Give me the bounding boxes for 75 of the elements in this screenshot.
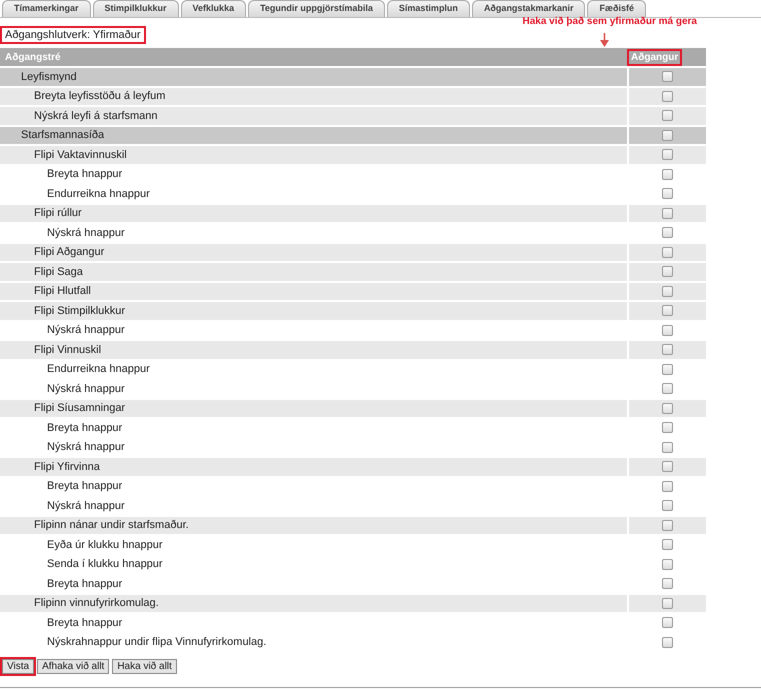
tree-item-label: Flipi Aðgangur bbox=[33, 246, 104, 258]
checkbox[interactable] bbox=[662, 402, 673, 414]
tree-item-label: Flipi Hlutfall bbox=[33, 285, 91, 298]
checkbox[interactable] bbox=[662, 578, 673, 590]
action-button[interactable]: Haka við allt bbox=[112, 659, 177, 674]
tree-item-label: Endurreikna hnappur bbox=[46, 188, 150, 200]
arrow-icon bbox=[600, 33, 610, 47]
checkbox[interactable] bbox=[662, 208, 673, 219]
checkbox[interactable] bbox=[662, 324, 673, 336]
annotation-text: Haka við það sem yfirmaður má gera bbox=[522, 16, 697, 27]
checkbox[interactable] bbox=[662, 617, 673, 628]
checkbox[interactable] bbox=[662, 383, 673, 394]
tree-item-label: Nýskrá hnappur bbox=[46, 226, 125, 239]
tree-item-label: Flipi Vaktavinnuskil bbox=[33, 148, 127, 161]
tree-item-label: Endurreikna hnappur bbox=[46, 363, 150, 376]
tree-item-label: Senda í klukku hnappur bbox=[46, 558, 163, 570]
checkbox[interactable] bbox=[662, 344, 673, 356]
tree-item-label: Nýskrá hnappur bbox=[46, 441, 125, 454]
tab[interactable]: Tegundir uppgjörstímabila bbox=[248, 0, 385, 17]
tree-item-label: Flipi Síusamningar bbox=[33, 402, 126, 414]
checkbox[interactable] bbox=[662, 520, 673, 531]
tab[interactable]: Fæðisfé bbox=[587, 0, 646, 17]
tree-item-label: Flipinn vinnufyrirkomulag. bbox=[33, 597, 159, 610]
tree-item-label: Breyta hnappur bbox=[46, 422, 122, 434]
tab[interactable]: Stimpilklukkur bbox=[92, 0, 179, 17]
checkbox[interactable] bbox=[662, 168, 673, 180]
action-button[interactable]: Afhaka við allt bbox=[37, 659, 110, 674]
tree-item-label: Nýskrahnappur undir flipa Vinnufyrirkomulag. bbox=[46, 636, 266, 648]
checkbox[interactable] bbox=[662, 305, 673, 316]
checkbox[interactable] bbox=[662, 246, 673, 258]
tree-item-label: Starfsmannasíða bbox=[20, 129, 104, 142]
checkbox[interactable] bbox=[662, 442, 673, 453]
role-title: Aðgangshlutverk: Yfirmaður bbox=[0, 26, 146, 44]
checkbox[interactable] bbox=[662, 90, 673, 102]
checkbox[interactable] bbox=[662, 636, 673, 648]
checkbox[interactable] bbox=[662, 461, 673, 472]
column-header: Aðgangur bbox=[627, 48, 682, 66]
tree-item-label: Nýskrá hnappur bbox=[46, 382, 125, 395]
checkbox[interactable] bbox=[662, 130, 673, 141]
action-button[interactable]: Vista bbox=[2, 659, 34, 674]
tree-item-label: Flipi rúllur bbox=[33, 207, 82, 220]
tree-item-label: Breyta leyfisstöðu á leyfum bbox=[33, 90, 166, 102]
tab[interactable]: Aðgangstakmarkanir bbox=[472, 0, 586, 17]
checkbox[interactable] bbox=[662, 539, 673, 550]
tree-item-label: Nýskrá hnappur bbox=[46, 500, 125, 512]
tree-item-label: Flipi Yfirvinna bbox=[33, 460, 100, 473]
checkbox[interactable] bbox=[662, 188, 673, 200]
tree-item-label: Leyfismynd bbox=[20, 70, 77, 83]
tree-item-label: Flipi Saga bbox=[33, 266, 83, 278]
checkbox[interactable] bbox=[662, 149, 673, 160]
tree-item-label: Breyta hnappur bbox=[46, 480, 122, 492]
checkbox[interactable] bbox=[662, 266, 673, 278]
checkbox[interactable] bbox=[662, 480, 673, 492]
checkbox[interactable] bbox=[662, 422, 673, 434]
tree-item-label: Breyta hnappur bbox=[46, 578, 122, 590]
tree-item-label: Eyða úr klukku hnappur bbox=[46, 538, 163, 551]
checkbox[interactable] bbox=[662, 364, 673, 375]
tab[interactable]: Vefklukka bbox=[180, 0, 246, 17]
tree-item-label: Breyta hnappur bbox=[46, 616, 122, 629]
tree-item-label: Flipi Vinnuskil bbox=[33, 344, 102, 356]
tree-item-label: Breyta hnappur bbox=[46, 168, 122, 180]
checkbox[interactable] bbox=[662, 286, 673, 297]
checkbox[interactable] bbox=[662, 227, 673, 238]
tab[interactable]: Tímamerkingar bbox=[2, 0, 91, 17]
checkbox[interactable] bbox=[662, 110, 673, 122]
tree-item-label: Nýskrá hnappur bbox=[46, 324, 125, 336]
tree-item-label: Flipi Stimpilklukkur bbox=[33, 304, 126, 317]
column-header: Aðgangstré bbox=[4, 50, 62, 64]
tree-item-label: Flipinn nánar undir starfsmaður. bbox=[33, 519, 189, 532]
tab[interactable]: Símastimplun bbox=[386, 0, 470, 17]
checkbox[interactable] bbox=[662, 598, 673, 609]
checkbox[interactable] bbox=[662, 71, 673, 82]
checkbox[interactable] bbox=[662, 558, 673, 570]
tree-item-label: Nýskrá leyfi á starfsmann bbox=[33, 110, 158, 122]
checkbox[interactable] bbox=[662, 500, 673, 512]
